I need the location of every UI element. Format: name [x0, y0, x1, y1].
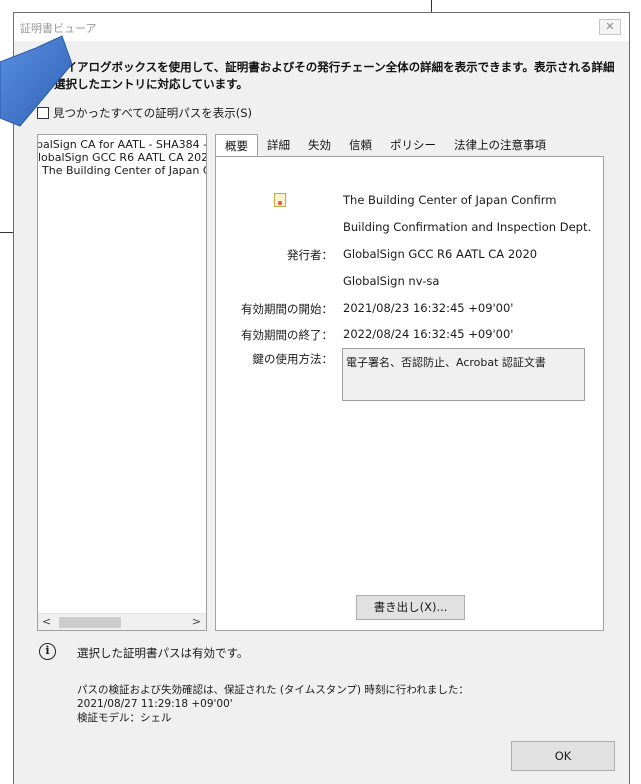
validation-model: 検証モデル：シェル	[77, 712, 172, 724]
validation-details: パスの検証および失効確認は、保証された (タイムスタンプ) 時刻に行われました：…	[77, 683, 469, 725]
key-usage-field: 電子署名、否認防止、Acrobat 認証文書	[342, 348, 585, 401]
valid-from-label: 有効期間の開始：	[241, 302, 333, 316]
valid-to-label: 有効期間の終了：	[241, 328, 333, 342]
issuer-label: 発行者：	[287, 248, 333, 262]
horizontal-scrollbar[interactable]: < >	[38, 613, 206, 630]
annotation-arrow-icon	[0, 35, 73, 127]
tree-item[interactable]: lobalSign GCC R6 AATL CA 2020	[38, 151, 206, 164]
close-button[interactable]: ✕	[599, 19, 621, 35]
tab-revocation[interactable]: 失効	[299, 134, 340, 156]
scroll-right-icon[interactable]: >	[192, 615, 201, 628]
show-all-paths-label[interactable]: 見つかったすべての証明パスを表示(S)	[53, 105, 252, 121]
subject-org: Building Confirmation and Inspection Dep…	[343, 220, 592, 234]
background-line	[0, 232, 14, 233]
issuer-name: GlobalSign GCC R6 AATL CA 2020	[343, 247, 538, 261]
title-bar: 証明書ビューア ✕	[14, 13, 629, 41]
certificate-path-tree[interactable]: balSign CA for AATL - SHA384 - G lobalSi…	[37, 134, 207, 631]
export-button[interactable]: 書き出し(X)...	[356, 595, 465, 620]
subject-name: The Building Center of Japan Confirm	[343, 193, 557, 207]
tab-trust[interactable]: 信頼	[340, 134, 381, 156]
validation-detail-line: パスの検証および失効確認は、保証された (タイムスタンプ) 時刻に行われました：	[77, 684, 469, 696]
scroll-left-icon[interactable]: <	[42, 615, 51, 628]
ok-button[interactable]: OK	[511, 741, 615, 771]
path-valid-message: 選択した証明書パスは有効です。	[77, 646, 249, 660]
validation-time: 2021/08/27 11:29:18 +09'00'	[77, 698, 233, 710]
info-icon: i	[39, 643, 56, 660]
issuer-org: GlobalSign nv-sa	[343, 274, 440, 288]
tree-item[interactable]: The Building Center of Japan Co	[42, 164, 206, 177]
tab-strip: 概要 詳細 失効 信頼 ポリシー 法律上の注意事項	[215, 134, 555, 157]
valid-from-value: 2021/08/23 16:32:45 +09'00'	[343, 301, 514, 315]
background-line	[431, 0, 432, 12]
valid-to-value: 2022/08/24 16:32:45 +09'00'	[343, 327, 514, 341]
certificate-icon	[274, 193, 286, 207]
tab-policy[interactable]: ポリシー	[381, 134, 445, 156]
key-usage-label: 鍵の使用方法：	[252, 352, 334, 366]
certificate-viewer-dialog: 証明書ビューア ✕ このダイアログボックスを使用して、証明書およびその発行チェー…	[13, 12, 630, 784]
scrollbar-thumb[interactable]	[59, 617, 121, 628]
tab-details[interactable]: 詳細	[258, 134, 299, 156]
tab-summary[interactable]: 概要	[215, 134, 258, 157]
dialog-description: このダイアログボックスを使用して、証明書およびその発行チェーン全体の詳細を表示で…	[31, 60, 615, 91]
summary-panel: The Building Center of Japan Confirm Bui…	[215, 156, 604, 631]
tab-legal-notice[interactable]: 法律上の注意事項	[445, 134, 555, 156]
